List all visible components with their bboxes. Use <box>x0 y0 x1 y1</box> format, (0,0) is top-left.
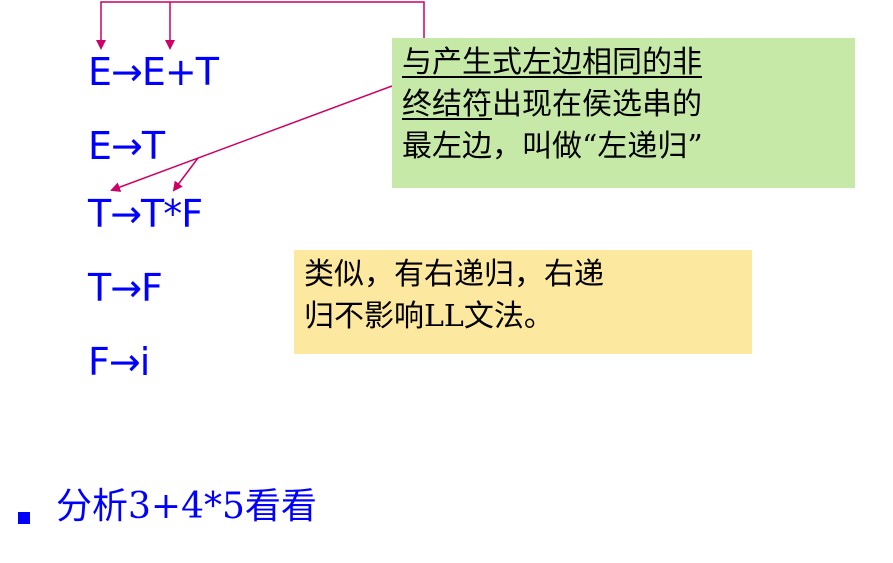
left-recursion-note-line-2: 终结符出现在侯选串的 <box>402 84 845 126</box>
bracket-arrow-to-e <box>96 1 425 50</box>
bullet-text: 分析3+4*5看看 <box>56 486 317 527</box>
bullet-square-icon <box>18 512 30 524</box>
left-recursion-note-line-3: 最左边，叫做“左递归” <box>402 129 703 164</box>
production-e-e-plus-t: E→E+T <box>88 50 219 94</box>
right-recursion-note: 类似，有右递归，右递 归不影响LL文法。 <box>294 250 752 354</box>
production-t-t-times-f: T→T*F <box>88 192 203 236</box>
underlined-nonterminal-term: 终结符 <box>402 87 492 122</box>
left-recursion-note-line-2-rest: 出现在侯选串的 <box>492 87 702 122</box>
left-recursion-note-line-1: 与产生式左边相同的非 <box>402 45 702 80</box>
left-recursion-note: 与产生式左边相同的非 终结符出现在侯选串的 最左边，叫做“左递归” <box>392 38 855 188</box>
right-recursion-note-line-1: 类似，有右递归，右递 <box>304 257 604 292</box>
production-e-t: E→T <box>88 124 165 168</box>
production-t-f: T→F <box>88 266 163 310</box>
production-f-i: F→i <box>88 340 150 384</box>
right-recursion-note-line-2: 归不影响LL文法。 <box>304 299 554 334</box>
